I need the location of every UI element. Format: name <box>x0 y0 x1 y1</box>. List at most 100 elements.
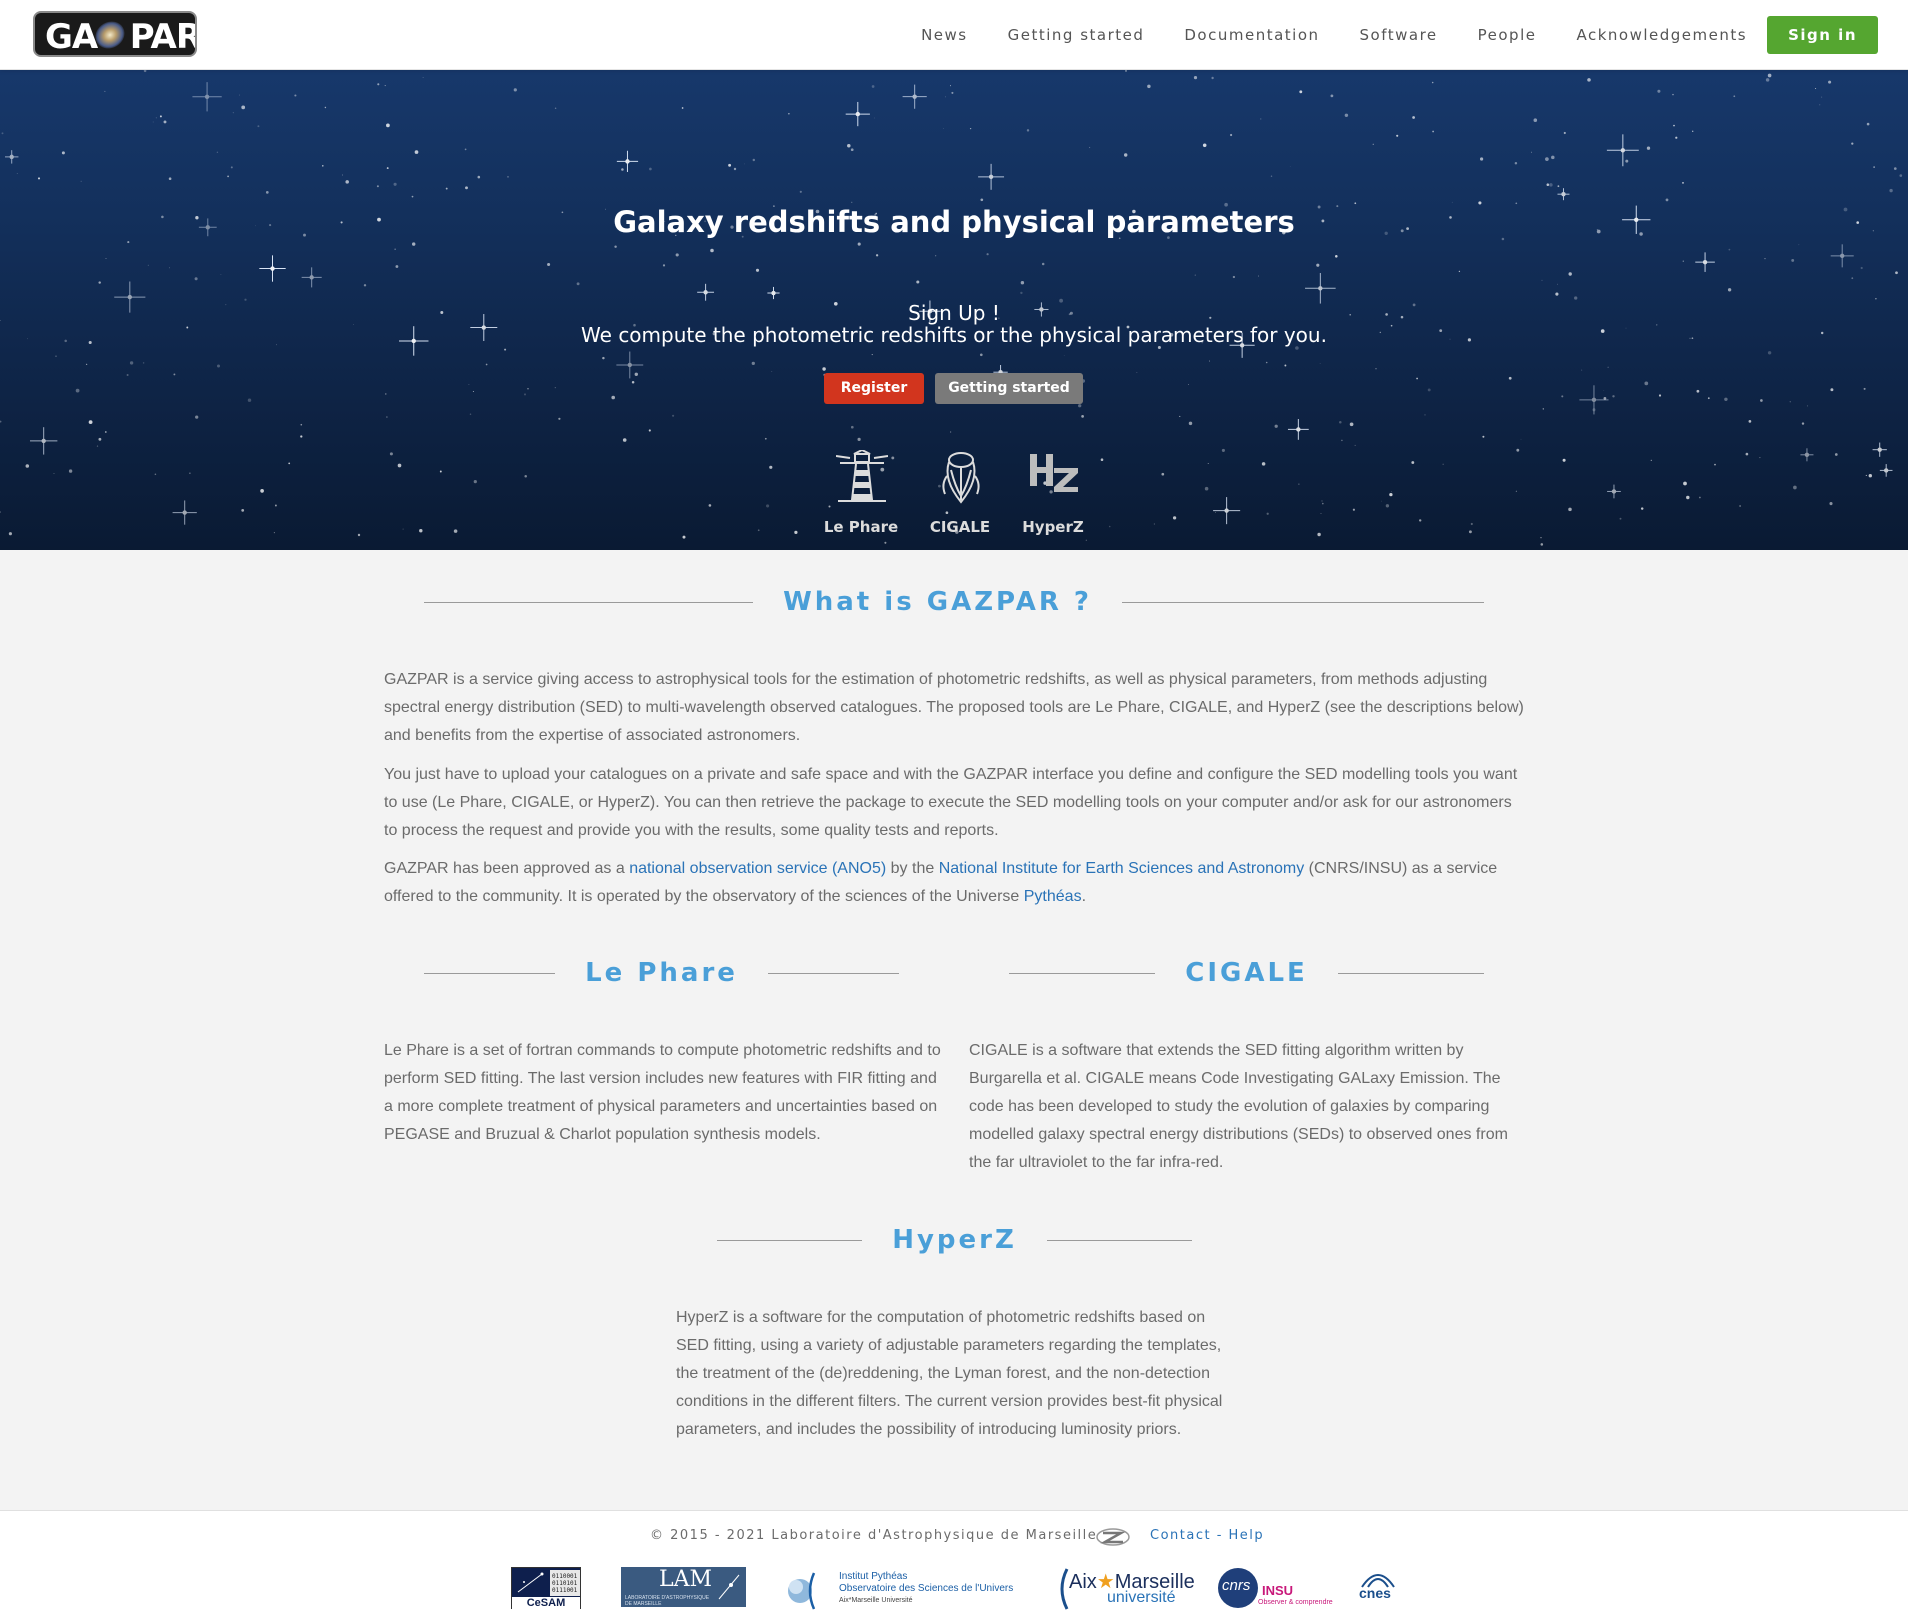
contact-help-link[interactable]: Contact - Help <box>1150 1528 1264 1543</box>
nav-acknowledgements[interactable]: Acknowledgements <box>1576 26 1747 44</box>
star <box>1764 257 1766 260</box>
star <box>682 535 686 539</box>
star <box>1319 363 1321 365</box>
cesam-logo[interactable]: 0110001 0110101 0111001 CeSAM <box>511 1567 581 1609</box>
star <box>1557 185 1560 188</box>
star <box>1026 129 1030 132</box>
nav-news[interactable]: News <box>921 26 968 44</box>
star <box>1396 134 1399 137</box>
cnrs-insu-logo[interactable]: cnrs INSU Observer & comprendre <box>1218 1567 1333 1611</box>
star <box>1562 458 1566 462</box>
hz-icon <box>1030 454 1078 492</box>
star <box>1316 263 1320 267</box>
star <box>419 528 423 533</box>
tool-label-lephare: Le Phare <box>823 518 899 536</box>
star <box>621 168 624 171</box>
cnes-logo[interactable]: cnes <box>1356 1567 1400 1611</box>
svg-text:0111001: 0111001 <box>552 1587 578 1594</box>
star <box>142 362 145 364</box>
star <box>648 429 651 432</box>
star <box>220 273 222 275</box>
star <box>1673 124 1675 127</box>
nav-getting-started[interactable]: Getting started <box>1008 26 1145 44</box>
star <box>1520 438 1522 440</box>
star <box>1658 394 1662 397</box>
star <box>1798 244 1800 246</box>
gazpar-z-icon <box>1096 1528 1130 1546</box>
star <box>1514 162 1518 165</box>
star <box>504 348 507 351</box>
star <box>1789 401 1791 403</box>
star <box>631 380 635 384</box>
star <box>53 473 55 474</box>
top-navbar: GA PAR News Getting started Documentatio… <box>0 0 1908 70</box>
divider-line <box>767 972 900 974</box>
star <box>1516 448 1520 452</box>
star <box>1204 486 1209 491</box>
star <box>547 262 551 267</box>
section-header-cigale: CIGALE <box>1009 958 1485 988</box>
nav-documentation[interactable]: Documentation <box>1184 26 1319 44</box>
star <box>1321 500 1323 502</box>
star <box>1733 95 1736 98</box>
star <box>1372 143 1374 145</box>
star <box>622 438 627 442</box>
star <box>1791 258 1795 262</box>
cicada-icon <box>942 452 980 504</box>
star <box>25 464 30 468</box>
register-button[interactable]: Register <box>824 373 924 404</box>
star <box>152 121 154 123</box>
star <box>1207 462 1209 464</box>
star <box>945 511 949 515</box>
ano5-link[interactable]: national observation service (ANO5) <box>629 860 886 877</box>
star <box>1644 381 1649 386</box>
star <box>194 277 198 281</box>
star <box>1889 188 1893 193</box>
divider-line <box>424 972 556 974</box>
star <box>1683 481 1687 486</box>
star <box>485 363 488 366</box>
star <box>1209 360 1211 362</box>
star <box>554 387 556 389</box>
star <box>1640 507 1644 510</box>
star <box>757 529 760 532</box>
star <box>1179 415 1181 417</box>
lam-logo[interactable]: LAM LABORATOIRE D'ASTROPHYSIQUE DE MARSE… <box>621 1567 746 1607</box>
sparkle-star <box>1800 448 1814 462</box>
gazpar-logo[interactable]: GA PAR <box>33 11 197 57</box>
star <box>394 248 396 250</box>
star <box>1531 151 1532 153</box>
star <box>1202 143 1207 148</box>
nav-software[interactable]: Software <box>1360 26 1438 44</box>
sparkle-star <box>1830 244 1854 268</box>
insu-link[interactable]: National Institute for Earth Sciences an… <box>939 860 1305 877</box>
nav-people[interactable]: People <box>1478 26 1537 44</box>
star <box>257 125 260 128</box>
star <box>386 167 389 170</box>
hyperz-description: HyperZ is a software for the computation… <box>676 1309 1223 1438</box>
star <box>1480 157 1484 161</box>
star <box>873 117 875 119</box>
star <box>1728 248 1731 251</box>
pytheas-link[interactable]: Pythéas <box>1024 888 1082 905</box>
aix-marseille-logo[interactable]: Aix★Marseille université <box>1055 1567 1195 1611</box>
star <box>1260 118 1262 120</box>
star <box>649 167 652 171</box>
star <box>1830 388 1834 392</box>
divider-line <box>1337 972 1485 974</box>
sign-in-button[interactable]: Sign in <box>1767 16 1878 54</box>
cnes-label: cnes <box>1359 1585 1391 1601</box>
star <box>527 388 529 390</box>
pytheas-logo[interactable]: Institut Pythéas Observatoire des Scienc… <box>784 1567 1019 1611</box>
star <box>769 465 773 469</box>
star <box>1214 512 1216 513</box>
sparkle-star <box>1213 497 1241 525</box>
getting-started-button[interactable]: Getting started <box>935 373 1083 404</box>
star <box>1341 439 1343 442</box>
star <box>1646 146 1651 150</box>
star <box>385 393 387 395</box>
footer: © 2015 - 2021 Laboratoire d'Astrophysiqu… <box>0 1510 1908 1615</box>
star <box>822 367 826 371</box>
star <box>744 163 746 165</box>
star <box>1266 512 1269 515</box>
